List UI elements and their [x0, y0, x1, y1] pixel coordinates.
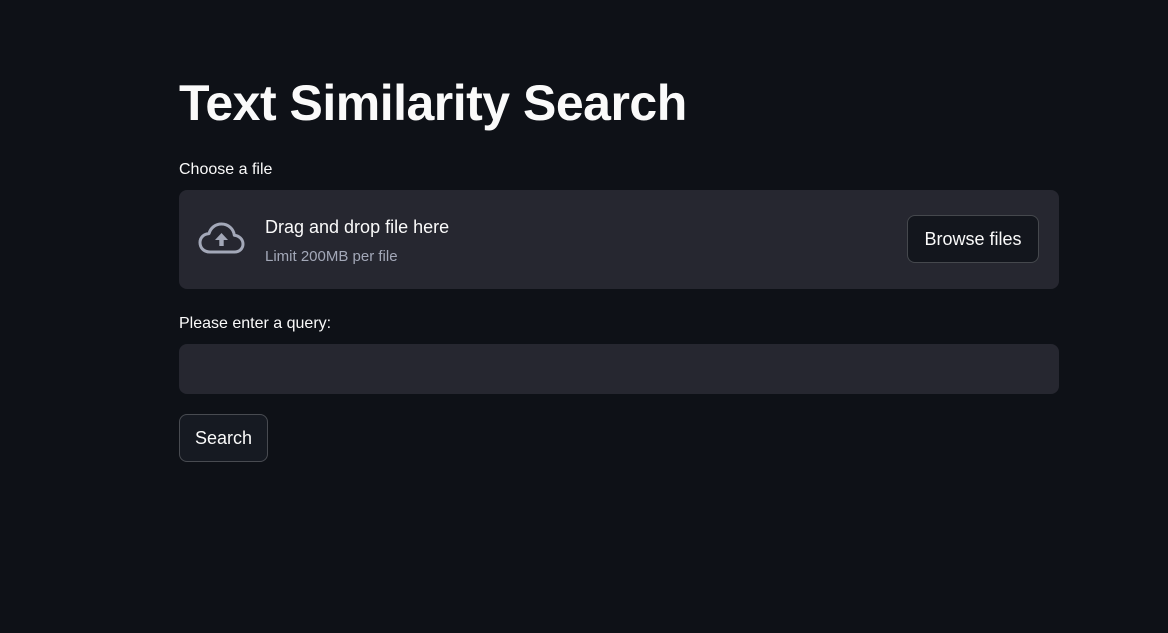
app-root: Text Similarity Search Choose a file Dra… [0, 0, 1168, 633]
dropzone-limit-text: Limit 200MB per file [265, 248, 398, 265]
page-title: Text Similarity Search [179, 75, 687, 131]
dropzone-title: Drag and drop file here [265, 217, 450, 237]
file-dropzone[interactable]: Drag and drop file here Limit 200MB per … [179, 190, 1059, 289]
query-input[interactable] [179, 344, 1059, 394]
file-uploader-label: Choose a file [179, 161, 273, 178]
cloud-upload-icon [198, 221, 246, 257]
query-label: Please enter a query: [179, 315, 332, 332]
browse-files-button[interactable]: Browse files [907, 215, 1039, 263]
search-button[interactable]: Search [179, 414, 268, 462]
